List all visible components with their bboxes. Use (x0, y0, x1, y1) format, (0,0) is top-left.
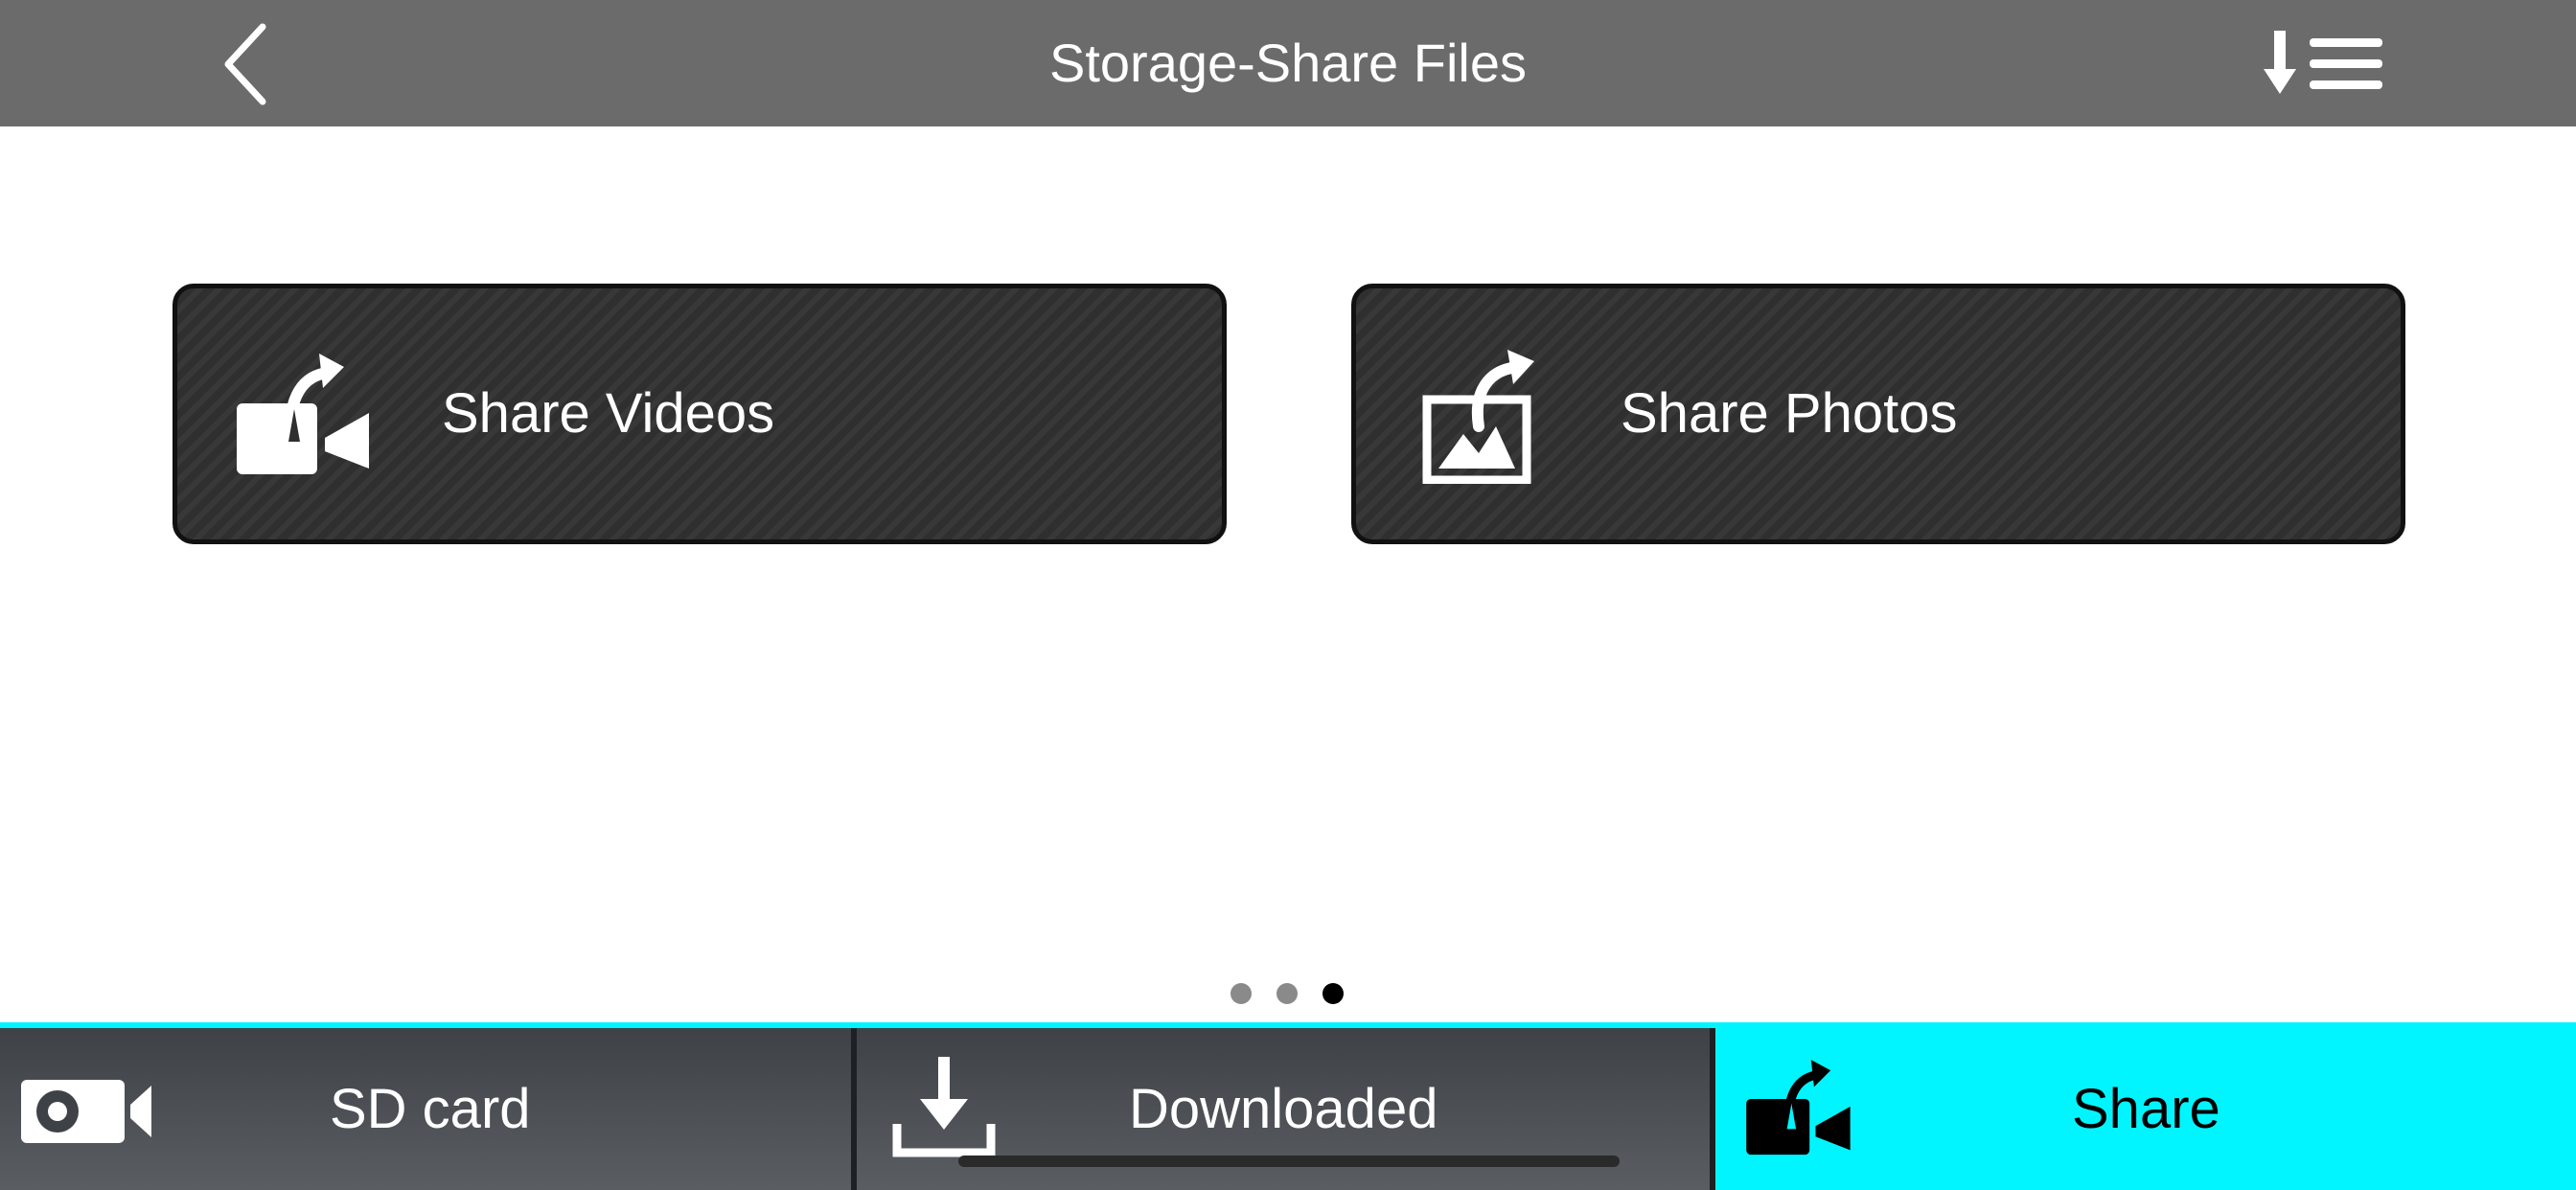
share-photo-icon (1422, 350, 1534, 484)
top-bar: Storage-Share Files (0, 0, 2576, 126)
share-video-icon (237, 354, 369, 474)
page-title: Storage-Share Files (1048, 33, 1527, 93)
share-videos-button[interactable]: Share Videos (172, 284, 1227, 544)
tab-sd-card[interactable]: SD card (0, 1028, 851, 1190)
sd-camera-icon (21, 1080, 151, 1143)
share-videos-label: Share Videos (442, 382, 775, 445)
tab-share-label: Share (2072, 1078, 2220, 1140)
tab-share[interactable]: Share (1715, 1028, 2576, 1190)
back-button[interactable] (205, 21, 291, 107)
tab-sd-card-label: SD card (330, 1078, 531, 1140)
page-dot-active[interactable] (1322, 983, 1344, 1004)
download-icon (892, 1057, 996, 1157)
sort-list-icon (2264, 31, 2382, 94)
share-video-icon (1746, 1060, 1851, 1156)
app-screen: Storage-Share Files Share Videos Share P… (0, 0, 2576, 1190)
share-photos-button[interactable]: Share Photos (1351, 284, 2405, 544)
sort-button[interactable] (2262, 27, 2388, 102)
share-photos-label: Share Photos (1621, 382, 1958, 445)
page-indicator[interactable] (1230, 983, 1355, 1006)
home-indicator[interactable] (958, 1156, 1620, 1167)
chevron-left-icon (224, 23, 266, 105)
page-dot[interactable] (1276, 983, 1298, 1004)
page-dot[interactable] (1230, 983, 1252, 1004)
